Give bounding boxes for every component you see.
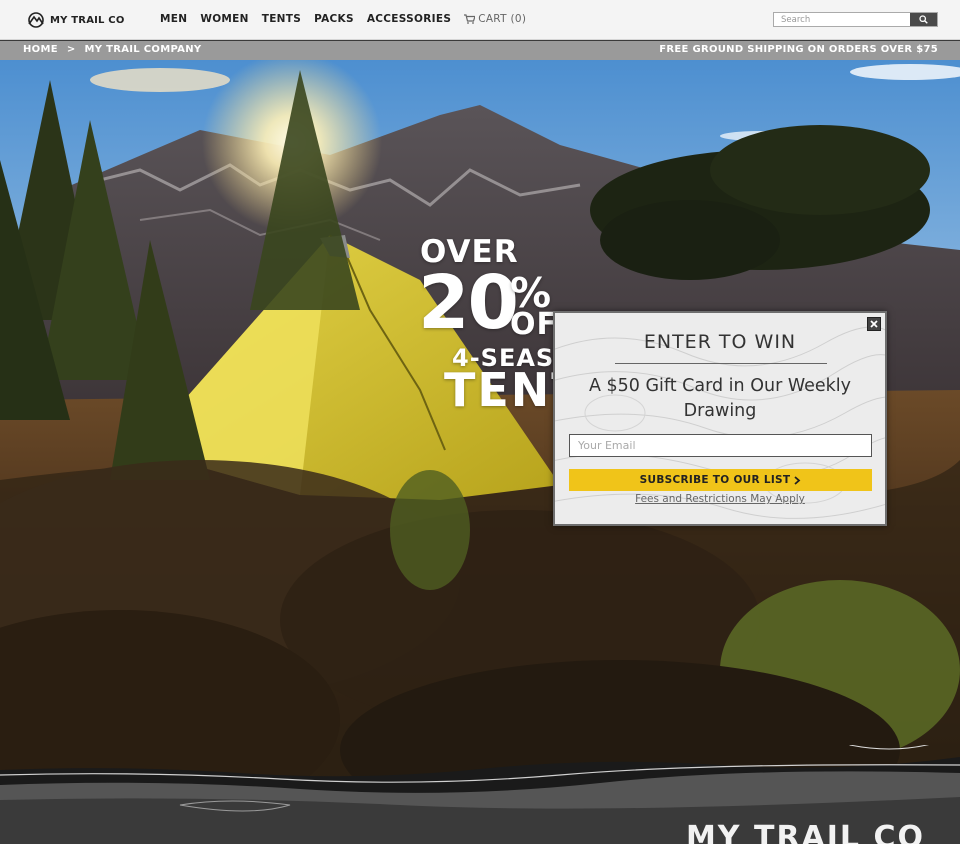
nav-tents[interactable]: TENTS <box>262 13 301 25</box>
subscribe-button[interactable]: SUBSCRIBE TO OUR LIST <box>569 469 872 491</box>
breadcrumb: HOME > MY TRAIL COMPANY <box>23 44 201 55</box>
nav-accessories[interactable]: ACCESSORIES <box>367 13 451 25</box>
site-logo[interactable]: MY TRAIL CO <box>26 12 125 28</box>
mountain-logo-icon <box>28 12 44 28</box>
logo-text: MY TRAIL CO <box>50 14 125 26</box>
nav-men[interactable]: MEN <box>160 13 187 25</box>
breadcrumb-separator: > <box>66 44 76 55</box>
enter-to-win-popup: ENTER TO WIN A $50 Gift Card in Our Week… <box>553 311 887 526</box>
nav-women[interactable]: WOMEN <box>200 13 248 25</box>
subscribe-label: SUBSCRIBE TO OUR LIST <box>639 474 791 486</box>
cart-label: CART (0) <box>478 13 527 25</box>
shipping-promo: FREE GROUND SHIPPING ON ORDERS OVER $75 <box>659 44 938 55</box>
popup-divider <box>615 363 827 364</box>
breadcrumb-bar: HOME > MY TRAIL COMPANY FREE GROUND SHIP… <box>0 41 960 60</box>
search-box <box>773 12 938 27</box>
breadcrumb-home[interactable]: HOME <box>23 44 58 55</box>
close-icon <box>870 320 878 328</box>
chevron-right-icon <box>794 475 801 485</box>
site-header: MY TRAIL CO MEN WOMEN TENTS PACKS ACCESS… <box>0 0 960 40</box>
magnifier-icon <box>919 15 928 24</box>
breadcrumb-current[interactable]: MY TRAIL COMPANY <box>85 44 202 55</box>
popup-title: ENTER TO WIN <box>643 331 797 353</box>
search-button[interactable] <box>910 13 937 26</box>
popup-subtitle: A $50 Gift Card in Our Weekly Drawing <box>588 376 851 421</box>
popup-close-button[interactable] <box>867 317 881 331</box>
nav-packs[interactable]: PACKS <box>314 13 354 25</box>
search-input[interactable] <box>774 13 910 26</box>
main-nav: MEN WOMEN TENTS PACKS ACCESSORIES CART (… <box>160 13 526 25</box>
cart-link[interactable]: CART (0) <box>464 13 526 25</box>
footer-logo-text: MY TRAIL CO <box>685 820 925 844</box>
email-field[interactable] <box>569 434 872 457</box>
fees-restrictions-link[interactable]: Fees and Restrictions May Apply <box>555 493 885 505</box>
hero-discount-number: 20 <box>418 260 519 346</box>
cart-icon <box>464 14 476 24</box>
